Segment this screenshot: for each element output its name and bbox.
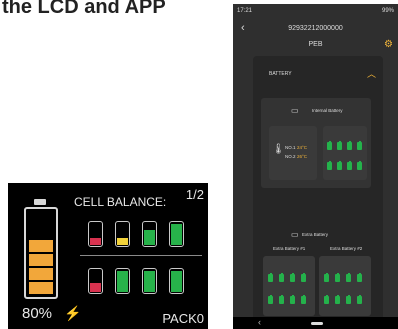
cell-icon: [324, 294, 329, 304]
device-title: 92932212000000: [288, 25, 343, 32]
pack-battery-gauge: [24, 207, 58, 299]
internal-cells-panel: [323, 126, 367, 180]
cell-icon: [357, 294, 362, 304]
cell-icon: [327, 140, 332, 150]
nav-home-icon[interactable]: [311, 322, 323, 325]
cell-indicator: [169, 221, 184, 247]
battery-icon: ▭: [291, 106, 299, 115]
extra-battery-2-panel: [319, 256, 371, 316]
cell-icon: [335, 272, 340, 282]
cell-indicator: [169, 268, 184, 294]
internal-battery-label: Internal Battery: [312, 108, 343, 113]
cell-indicator: [142, 221, 157, 247]
cell-icon: [347, 140, 352, 150]
cell-icon: [335, 294, 340, 304]
cell-icon: [357, 272, 362, 282]
lightning-bolt-icon: ⚡: [64, 305, 82, 321]
chevron-up-icon[interactable]: ︿: [367, 67, 376, 80]
extra-battery-1-panel: [263, 256, 315, 316]
page-indicator: 1/2: [185, 187, 204, 202]
battery-segment: [29, 282, 53, 294]
battery-cap: [34, 199, 46, 205]
cell-icon: [327, 160, 332, 170]
cell-icon: [301, 272, 306, 282]
cell-icon: [337, 140, 342, 150]
extra-battery-1-label: Extra Battery #1: [273, 246, 306, 251]
charge-percent: 80%: [22, 305, 53, 322]
cell-icon: [290, 272, 295, 282]
gear-icon[interactable]: ⚙: [384, 39, 393, 50]
cell-icon: [290, 294, 295, 304]
status-time: 17:21: [237, 8, 253, 14]
cell-indicator: [115, 221, 130, 247]
temp1-value: 24°C: [297, 145, 308, 150]
cell-icon: [279, 294, 284, 304]
cell-icon: [268, 294, 273, 304]
cell-indicator: [115, 268, 130, 294]
status-battery: 99%: [381, 8, 394, 14]
nav-back-icon[interactable]: ‹: [258, 317, 261, 327]
status-bar: 17:21 99%: [233, 4, 398, 18]
battery-segment: [29, 254, 53, 266]
extra-battery-label: Extra Battery: [302, 232, 329, 237]
cell-indicator: [88, 268, 103, 294]
cell-icon: [337, 160, 342, 170]
cell-icon: [346, 294, 351, 304]
cell-indicator: [88, 221, 103, 247]
extra-battery-2-label: Extra Battery #2: [330, 246, 363, 251]
cell-indicator: [142, 268, 157, 294]
phone-app: 17:21 99% ‹ 92932212000000 PEB ⚙ BATTERY…: [233, 4, 398, 329]
temp2-value: 26°C: [297, 154, 308, 159]
battery-segment: [29, 240, 53, 252]
lcd-display: CELL BALANCE: 1/2 80% ⚡ PACK0: [8, 183, 208, 329]
battery-section-label: BATTERY: [269, 71, 292, 77]
cell-icon: [279, 272, 284, 282]
lcd-divider: [80, 255, 202, 256]
temp2-label: NO.2: [285, 154, 296, 159]
page-heading: the LCD and APP: [2, 0, 166, 18]
system-nav-bar: ‹: [233, 317, 398, 329]
battery-segment: [29, 268, 53, 280]
cell-icon: [301, 294, 306, 304]
cell-icon: [268, 272, 273, 282]
temp1-label: NO.1: [285, 145, 296, 150]
cell-icon: [346, 272, 351, 282]
thermometer-icon: 🌡: [272, 144, 285, 155]
cell-icon: [357, 140, 362, 150]
device-subtitle: PEB: [308, 41, 323, 48]
battery-icon: ▭: [291, 230, 299, 239]
pack-label: PACK0: [162, 311, 204, 326]
cell-icon: [324, 272, 329, 282]
cell-balance-title: CELL BALANCE:: [74, 195, 167, 209]
cell-icon: [357, 160, 362, 170]
cell-icon: [347, 160, 352, 170]
